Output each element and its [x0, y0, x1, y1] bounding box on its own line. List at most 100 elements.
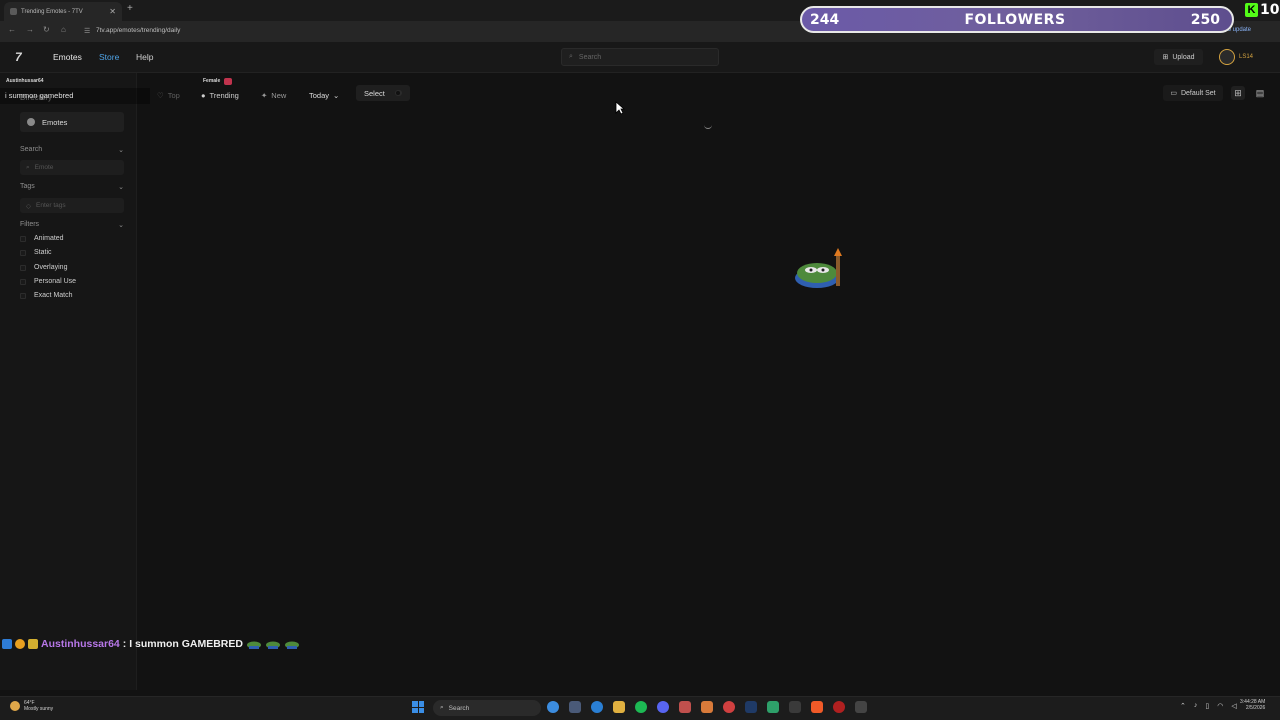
chevron-up-icon[interactable]: ⌃ [1180, 702, 1186, 710]
filter-exact-match[interactable]: Exact Match [20, 292, 73, 299]
photoshop-icon[interactable] [745, 701, 757, 713]
discord-icon[interactable] [657, 701, 669, 713]
kick-logo-icon: K [1245, 3, 1258, 17]
filters-section-header[interactable]: Filters ⌄ [20, 221, 124, 229]
chevron-down-icon: ⌄ [118, 222, 124, 229]
site-search-input[interactable]: ⌕ Search [561, 48, 719, 66]
sidebar-item-emotes[interactable]: Emotes [20, 112, 124, 132]
search-icon: ⌕ [569, 53, 573, 60]
tags-section-title: Tags [20, 183, 35, 190]
sort-trending-button[interactable]: ● Trending [201, 88, 239, 102]
weather-widget[interactable]: 64°F Mostly sunny [10, 700, 53, 712]
home-icon[interactable]: ⌂ [61, 25, 66, 34]
followers-goal-bar: 244 FOLLOWERS 250 [800, 6, 1234, 33]
volume-icon[interactable]: ◁ [1231, 702, 1236, 710]
new-icon: ✦ [261, 90, 268, 100]
avatar[interactable] [1219, 49, 1235, 65]
edge-icon[interactable] [591, 701, 603, 713]
filter-overlaying[interactable]: Overlaying [20, 264, 67, 271]
checkbox[interactable] [20, 249, 26, 256]
close-tab-icon[interactable]: ✕ [109, 7, 116, 16]
mic-icon[interactable]: ♪ [1194, 702, 1198, 710]
select-toggle-button[interactable]: Select [356, 85, 410, 101]
task-view-icon[interactable] [569, 701, 581, 713]
battery-icon[interactable]: ▯ [1205, 702, 1209, 710]
default-set-button[interactable]: ▭ Default Set [1163, 85, 1223, 101]
filter-personal-use[interactable]: Personal Use [20, 278, 76, 285]
brave-icon[interactable] [811, 701, 823, 713]
wifi-icon[interactable]: ◠ [1217, 702, 1223, 710]
upload-label: Upload [1172, 53, 1195, 61]
sort-new-button[interactable]: ✦ New [261, 88, 286, 102]
tab-title: Trending Emotes - 7TV [21, 8, 83, 15]
pepe-emote-icon [795, 248, 842, 288]
toggle-switch[interactable] [394, 90, 402, 96]
search-icon: ⌕ [26, 163, 30, 171]
chevron-down-icon: ⌄ [118, 184, 124, 191]
site-info-icon[interactable]: ☰ [84, 27, 90, 35]
upload-button[interactable]: ⊞ Upload [1154, 49, 1203, 65]
clock[interactable]: 3:44:28 AM 2/5/2026 [1240, 699, 1265, 711]
chat-message: Austinhussar64 : I summon GAMEBRED [2, 638, 300, 650]
period-dropdown[interactable]: Today ⌄ [309, 88, 339, 102]
system-tray[interactable]: ⌃ ♪ ▯ ◠ ◁ [1180, 702, 1237, 710]
url-field[interactable]: 7tv.app/emotes/trending/daily [96, 27, 180, 34]
nav-help[interactable]: Help [136, 52, 153, 62]
tags-section-header[interactable]: Tags ⌄ [20, 183, 124, 191]
sidebar-item-label: Emotes [42, 117, 68, 127]
list-view-icon[interactable]: ▤ [1253, 86, 1267, 100]
file-explorer-icon[interactable] [613, 701, 625, 713]
user-name[interactable]: LS14 [1239, 54, 1253, 60]
filter-static[interactable]: Static [20, 249, 52, 256]
app-icon[interactable] [767, 701, 779, 713]
app-icon[interactable] [701, 701, 713, 713]
weather-desc: Mostly sunny [24, 706, 54, 712]
sort-top-button[interactable]: ♡ Top [157, 88, 180, 102]
new-tab-icon[interactable]: + [127, 3, 133, 14]
start-button-icon[interactable] [412, 701, 424, 713]
trending-icon: ● [201, 90, 206, 100]
spotify-icon[interactable] [635, 701, 647, 713]
app-icon[interactable] [855, 701, 867, 713]
app-icon[interactable] [723, 701, 735, 713]
sun-icon [10, 701, 20, 711]
sort-trending-label: Trending [209, 90, 239, 100]
search-icon: ⌕ [440, 704, 444, 711]
founder-badge-icon [28, 639, 38, 649]
grid-view-icon[interactable]: ⊞ [1231, 86, 1245, 100]
clock-date: 2/5/2026 [1245, 705, 1266, 711]
verified-badge-icon [2, 639, 12, 649]
browser-tab[interactable]: Trending Emotes - 7TV ✕ [4, 2, 122, 21]
forward-icon[interactable]: → [26, 25, 34, 34]
filters-section-title: Filters [20, 221, 40, 228]
period-label: Today [309, 90, 330, 100]
checkbox[interactable] [20, 235, 26, 242]
sort-top-label: Top [167, 90, 180, 100]
checkbox[interactable] [20, 264, 26, 271]
search-section-header[interactable]: Search ⌄ [20, 146, 124, 154]
chat-text: : I summon GAMEBRED [122, 638, 243, 650]
nav-emotes[interactable]: Emotes [53, 52, 82, 62]
obs-icon[interactable] [833, 701, 845, 713]
back-icon[interactable]: ← [8, 25, 16, 34]
7tv-logo[interactable]: 7 [15, 50, 22, 64]
filter-animated[interactable]: Animated [20, 235, 64, 242]
chrome-icon[interactable] [547, 701, 559, 713]
tags-placeholder: Enter tags [36, 202, 66, 209]
chevron-down-icon: ⌄ [118, 147, 124, 154]
checkbox[interactable] [20, 278, 26, 285]
tags-input[interactable]: ◇ Enter tags [20, 198, 124, 213]
search-placeholder: Search [578, 53, 602, 61]
checkbox[interactable] [20, 292, 26, 299]
terminal-icon[interactable] [789, 701, 801, 713]
app-icon[interactable] [679, 701, 691, 713]
reload-icon[interactable]: ↻ [43, 25, 50, 34]
emote-search-input[interactable]: ⌕ Emote [20, 160, 124, 175]
tab-favicon-icon [10, 8, 17, 15]
kick-viewer-count: 10 [1260, 2, 1280, 18]
taskbar-search[interactable]: ⌕ Search [433, 700, 541, 716]
nav-store[interactable]: Store [99, 52, 119, 62]
loading-spinner-icon [704, 121, 712, 129]
sub-badge-icon [15, 639, 25, 649]
taskbar-search-label: Search [448, 704, 470, 712]
